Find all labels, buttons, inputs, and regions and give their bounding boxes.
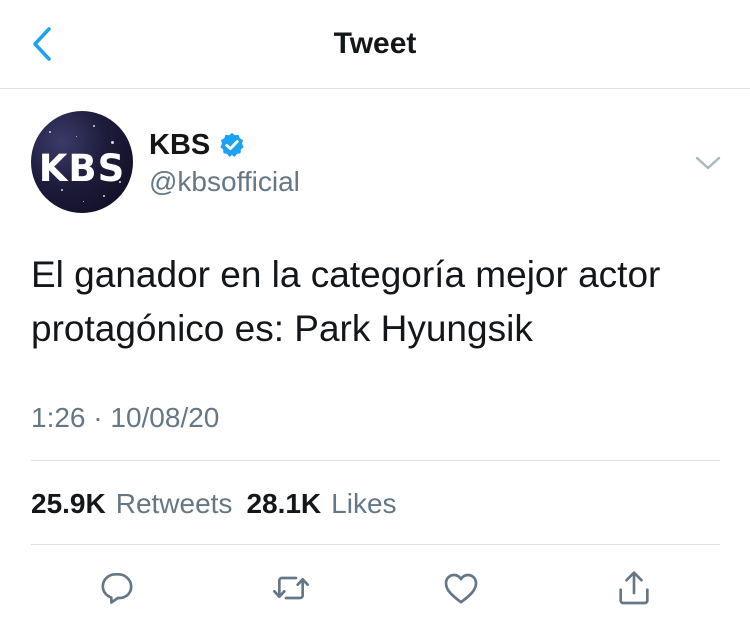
avatar[interactable]: KBS (31, 111, 133, 213)
reply-icon (101, 573, 133, 604)
retweet-icon (273, 576, 309, 600)
retweets-label: Retweets (115, 488, 233, 519)
more-options-button[interactable] (692, 151, 724, 175)
author-handle[interactable]: @kbsofficial (149, 166, 300, 198)
tweet-text: El ganador en la categoría mejor actor p… (31, 254, 661, 349)
avatar-logo: KBS (38, 147, 126, 190)
top-nav-bar: Tweet (0, 0, 750, 89)
retweet-button[interactable] (266, 563, 316, 613)
page-title: Tweet (333, 27, 417, 60)
retweets-count: 25.9K (31, 488, 106, 519)
share-icon (619, 571, 649, 605)
tweet-actions-bar (0, 563, 750, 613)
tweet-timestamp: 1:26 · 10/08/20 (31, 402, 220, 433)
like-icon (444, 573, 478, 604)
reply-button[interactable] (92, 563, 142, 613)
divider (31, 544, 720, 545)
likes-stat[interactable]: 28.1K Likes (246, 487, 396, 521)
like-button[interactable] (436, 563, 486, 613)
likes-label: Likes (331, 488, 397, 519)
chevron-down-icon (695, 156, 721, 170)
divider (31, 460, 720, 461)
engagement-stats: 25.9K Retweets 28.1K Likes (31, 487, 397, 521)
likes-count: 28.1K (246, 488, 322, 519)
author-display-name[interactable]: KBS (149, 129, 210, 162)
share-button[interactable] (609, 563, 659, 613)
retweets-stat[interactable]: 25.9K Retweets (31, 487, 232, 521)
author-name-row: KBS (149, 127, 246, 163)
verified-badge-icon (220, 132, 244, 157)
